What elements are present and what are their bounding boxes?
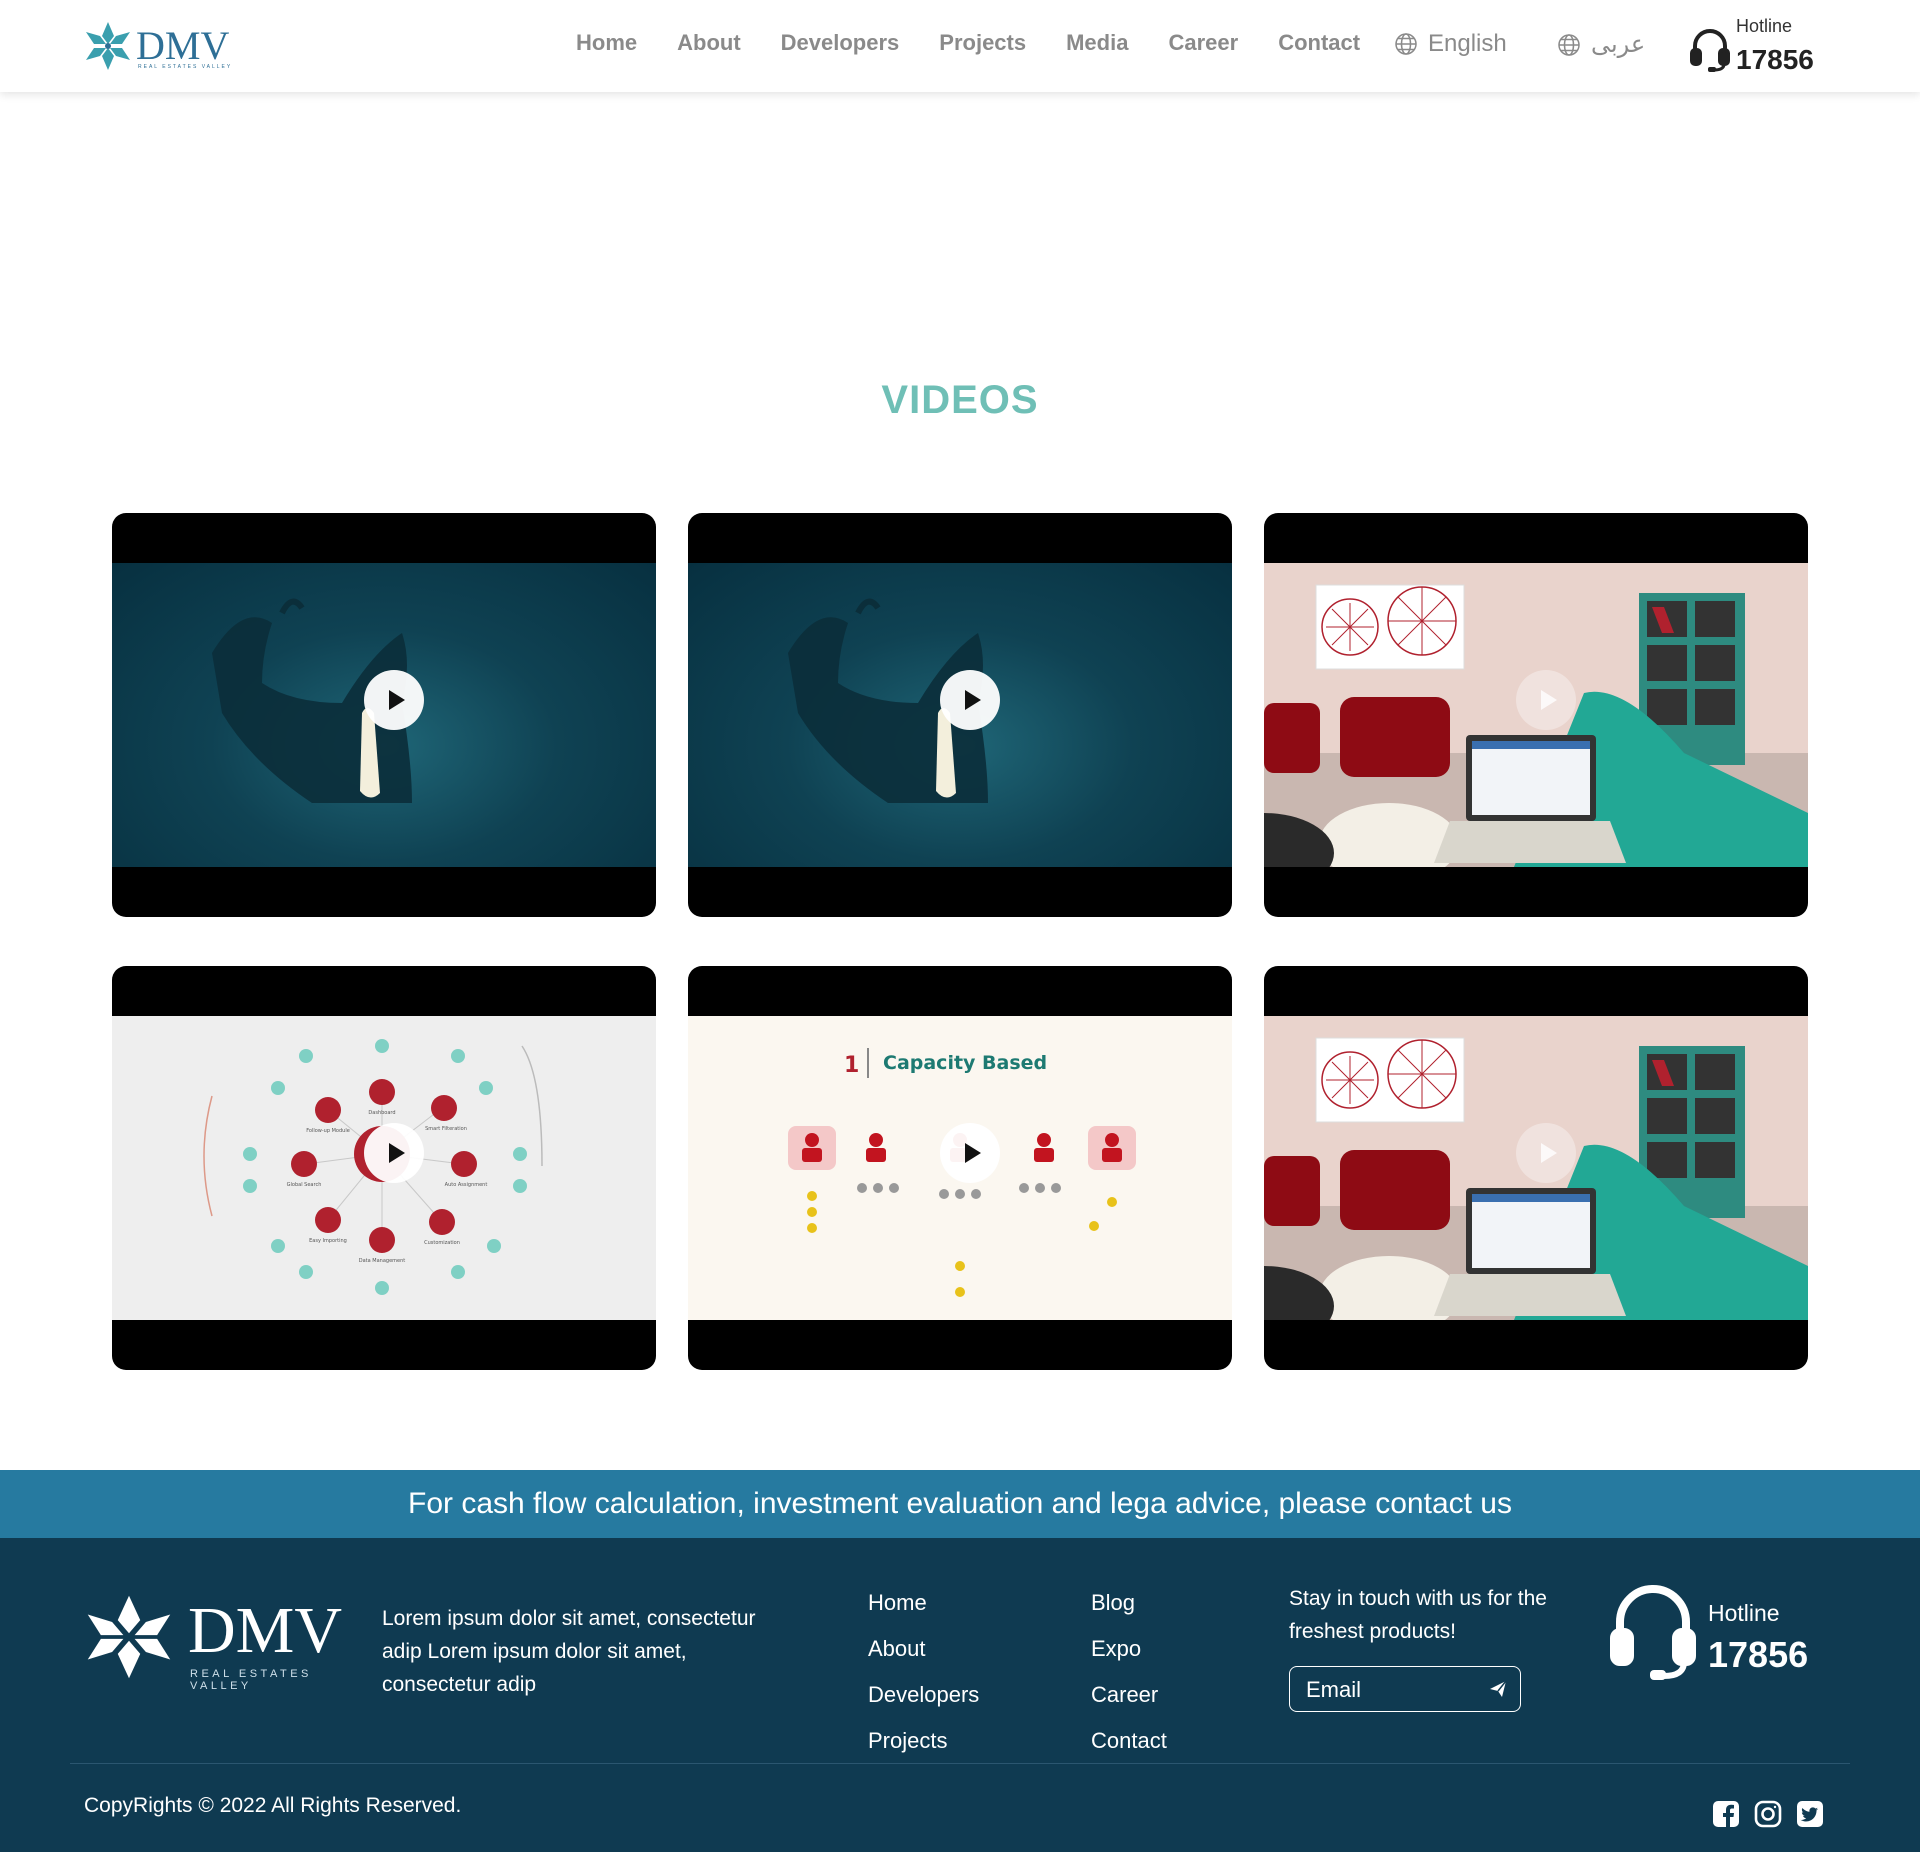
footer-divider	[70, 1763, 1850, 1764]
video-card[interactable]: 1 Capacity Based	[688, 966, 1232, 1370]
nav-career[interactable]: Career	[1168, 30, 1238, 56]
globe-icon	[1558, 33, 1580, 56]
footer-link-career[interactable]: Career	[1091, 1672, 1167, 1718]
nav-about[interactable]: About	[677, 30, 741, 56]
diagram-label: Auto Assignment	[445, 1182, 488, 1188]
header-hotline[interactable]: Hotline 17856	[1690, 14, 1820, 78]
diagram-label: Customization	[424, 1240, 460, 1246]
nav-media[interactable]: Media	[1066, 30, 1128, 56]
video-card[interactable]: Dashboard Smart Filteration Auto Assignm…	[112, 966, 656, 1370]
language-english-button[interactable]: English	[1394, 30, 1507, 58]
footer-logo-subtext: REAL ESTATES VALLEY	[190, 1668, 312, 1692]
site-header: DMV REAL ESTATES VALLEY Home About Devel…	[0, 0, 1920, 92]
footer-link-contact[interactable]: Contact	[1091, 1718, 1167, 1764]
site-footer: DMV REAL ESTATES VALLEY Lorem ipsum dolo…	[0, 1538, 1920, 1852]
newsletter-text: Stay in touch with us for the freshest p…	[1289, 1587, 1547, 1643]
nav-projects[interactable]: Projects	[939, 30, 1026, 56]
hotline-number: 17856	[1708, 1634, 1809, 1675]
nav-developers[interactable]: Developers	[781, 30, 900, 56]
diagram-label: Follow-up Module	[306, 1128, 350, 1134]
video-card[interactable]	[112, 513, 656, 917]
footer-logo[interactable]: DMV REAL ESTATES VALLEY	[84, 1592, 354, 1692]
video-card[interactable]	[1264, 513, 1808, 917]
footer-logo-text: DMV	[188, 1594, 343, 1667]
globe-icon	[1395, 33, 1417, 55]
play-button[interactable]	[940, 1123, 1000, 1183]
footer-description: Lorem ipsum dolor sit amet, consectetur …	[382, 1607, 756, 1696]
footer-link-about[interactable]: About	[868, 1626, 979, 1672]
send-icon[interactable]	[1488, 1679, 1508, 1699]
footer-link-home[interactable]: Home	[868, 1580, 979, 1626]
video-card[interactable]	[688, 513, 1232, 917]
nav-contact[interactable]: Contact	[1278, 30, 1360, 56]
instagram-icon[interactable]	[1754, 1800, 1782, 1833]
logo-mark-icon	[86, 22, 130, 70]
footer-links-primary: Home About Developers Projects	[868, 1580, 979, 1764]
videos-title: VIDEOS	[881, 378, 1039, 422]
logo-mark-icon	[87, 1595, 171, 1679]
footer-link-projects[interactable]: Projects	[868, 1718, 979, 1764]
contact-banner[interactable]: For cash flow calculation, investment ev…	[0, 1470, 1920, 1538]
diagram-label: Easy Importing	[309, 1238, 347, 1244]
play-button[interactable]	[364, 1123, 424, 1183]
footer-links-secondary: Blog Expo Career Contact	[1091, 1580, 1167, 1764]
facebook-icon[interactable]	[1712, 1800, 1740, 1833]
hotline-number: 17856	[1736, 44, 1814, 75]
twitter-icon[interactable]	[1796, 1800, 1824, 1833]
logo-text: DMV	[136, 23, 230, 68]
video-card[interactable]	[1264, 966, 1808, 1370]
email-field[interactable]	[1304, 1675, 1478, 1705]
video-caption-number: 1	[844, 1053, 859, 1078]
language-arabic-label: عربى	[1591, 31, 1646, 58]
newsletter-form	[1289, 1666, 1521, 1712]
footer-link-expo[interactable]: Expo	[1091, 1626, 1167, 1672]
play-button[interactable]	[1516, 670, 1576, 730]
footer-link-blog[interactable]: Blog	[1091, 1580, 1167, 1626]
hotline-label: Hotline	[1708, 1600, 1780, 1626]
headset-icon	[1610, 1585, 1696, 1680]
diagram-label: Dashboard	[368, 1110, 395, 1116]
play-button[interactable]	[364, 670, 424, 730]
language-arabic-button[interactable]: عربى	[1557, 30, 1645, 59]
footer-hotline[interactable]: Hotline 17856	[1610, 1580, 1830, 1690]
play-button[interactable]	[940, 670, 1000, 730]
social-links	[1712, 1800, 1838, 1833]
main-nav: Home About Developers Projects Media Car…	[576, 30, 1400, 56]
copyright: CopyRights © 2022 All Rights Reserved.	[84, 1794, 462, 1817]
play-button[interactable]	[1516, 1123, 1576, 1183]
nav-home[interactable]: Home	[576, 30, 637, 56]
diagram-label: Data Management	[359, 1258, 406, 1264]
diagram-label: Smart Filteration	[425, 1126, 467, 1132]
headset-icon	[1690, 29, 1730, 72]
diagram-label: Global Search	[287, 1182, 322, 1188]
footer-link-developers[interactable]: Developers	[868, 1672, 979, 1718]
video-caption-text: Capacity Based	[883, 1052, 1047, 1074]
newsletter: Stay in touch with us for the freshest p…	[1289, 1582, 1549, 1712]
hotline-label: Hotline	[1736, 16, 1793, 36]
language-english-label: English	[1428, 30, 1507, 57]
logo-subtext: REAL ESTATES VALLEY	[138, 64, 233, 70]
